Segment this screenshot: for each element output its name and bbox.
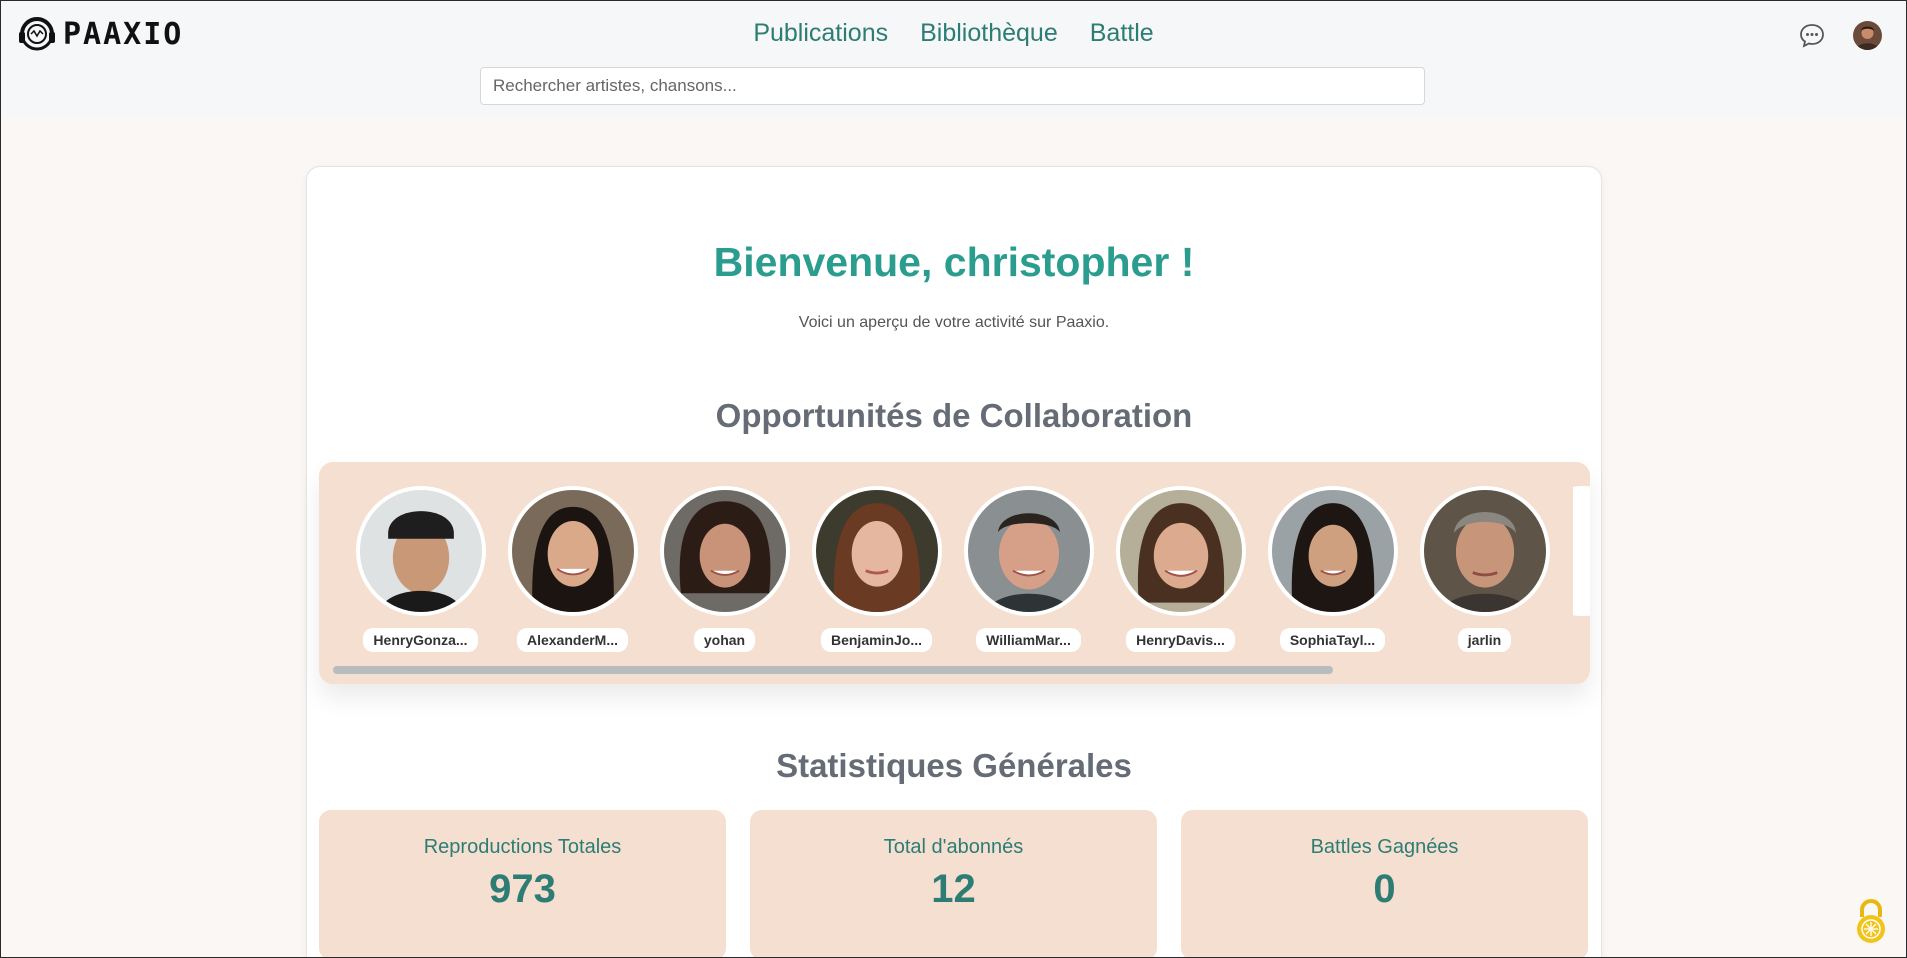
header: PAAXIO Publications Bibliothèque Battle: [1, 1, 1906, 118]
collaborator-item[interactable]: BenjaminJo...: [811, 486, 942, 652]
avatar[interactable]: [963, 486, 1094, 616]
stat-card-plays: Reproductions Totales 973: [319, 810, 726, 957]
avatar[interactable]: [507, 486, 638, 616]
collaborator-name: HenryGonza...: [363, 628, 478, 652]
chat-icon[interactable]: [1798, 21, 1826, 49]
stat-label: Battles Gagnées: [1310, 836, 1459, 858]
stat-card-battles: Battles Gagnées 0: [1181, 810, 1588, 957]
dashboard-card: Bienvenue, christopher ! Voici un aperçu…: [306, 166, 1602, 957]
search-input[interactable]: [480, 67, 1425, 105]
collaborator-item[interactable]: SophiaTayl...: [1267, 486, 1398, 652]
nav-publications[interactable]: Publications: [753, 19, 888, 48]
stat-label: Reproductions Totales: [423, 836, 622, 858]
collaborators-track: HenryGonza... AlexanderM... yohan Benjam…: [355, 486, 1590, 652]
collaborator-item[interactable]: WilliamMar...: [963, 486, 1094, 652]
collaborator-item[interactable]: yohan: [659, 486, 790, 652]
stat-value: 0: [1373, 867, 1396, 911]
page-subtitle: Voici un aperçu de votre activité sur Pa…: [798, 314, 1110, 331]
avatar[interactable]: [659, 486, 790, 616]
stats-row: Reproductions Totales 973 Total d'abonné…: [319, 810, 1588, 957]
avatar[interactable]: [1853, 21, 1882, 50]
collaborator-name: yohan: [693, 628, 756, 652]
stat-value: 12: [931, 867, 976, 911]
lock-icon[interactable]: [1853, 897, 1889, 945]
stat-value: 973: [489, 867, 556, 911]
page-title: Bienvenue, christopher !: [713, 239, 1195, 285]
stat-label: Total d'abonnés: [883, 836, 1024, 858]
collab-section-title: Opportunités de Collaboration: [715, 397, 1193, 434]
collaborator-name: HenryDavis...: [1126, 628, 1235, 652]
collaborator-name: BenjaminJo...: [820, 628, 933, 652]
collaborator-item[interactable]: AlexanderM...: [507, 486, 638, 652]
collaborator-item[interactable]: HenryGonza...: [355, 486, 486, 652]
carousel-scrollbar[interactable]: [333, 666, 1333, 674]
stats-section-title: Statistiques Générales: [776, 747, 1132, 784]
main-nav: Publications Bibliothèque Battle: [1, 19, 1906, 48]
collaborators-carousel: HenryGonza... AlexanderM... yohan Benjam…: [319, 462, 1590, 684]
collaborator-item[interactable]: jarlin: [1419, 486, 1550, 652]
collaborator-name: AlexanderM...: [516, 628, 629, 652]
avatar[interactable]: [1267, 486, 1398, 616]
avatar[interactable]: [1573, 486, 1590, 616]
collaborator-item[interactable]: [1573, 486, 1590, 652]
collaborator-name: SophiaTayl...: [1279, 628, 1386, 652]
stat-card-followers: Total d'abonnés 12: [750, 810, 1157, 957]
nav-battle[interactable]: Battle: [1090, 19, 1154, 48]
avatar[interactable]: [355, 486, 486, 616]
collaborator-name: WilliamMar...: [976, 628, 1081, 652]
collaborator-item[interactable]: HenryDavis...: [1115, 486, 1246, 652]
collaborator-name: jarlin: [1457, 628, 1512, 652]
avatar[interactable]: [1115, 486, 1246, 616]
app-window: PAAXIO Publications Bibliothèque Battle …: [0, 0, 1907, 958]
nav-bibliotheque[interactable]: Bibliothèque: [920, 19, 1058, 48]
avatar[interactable]: [1419, 486, 1550, 616]
avatar[interactable]: [811, 486, 942, 616]
